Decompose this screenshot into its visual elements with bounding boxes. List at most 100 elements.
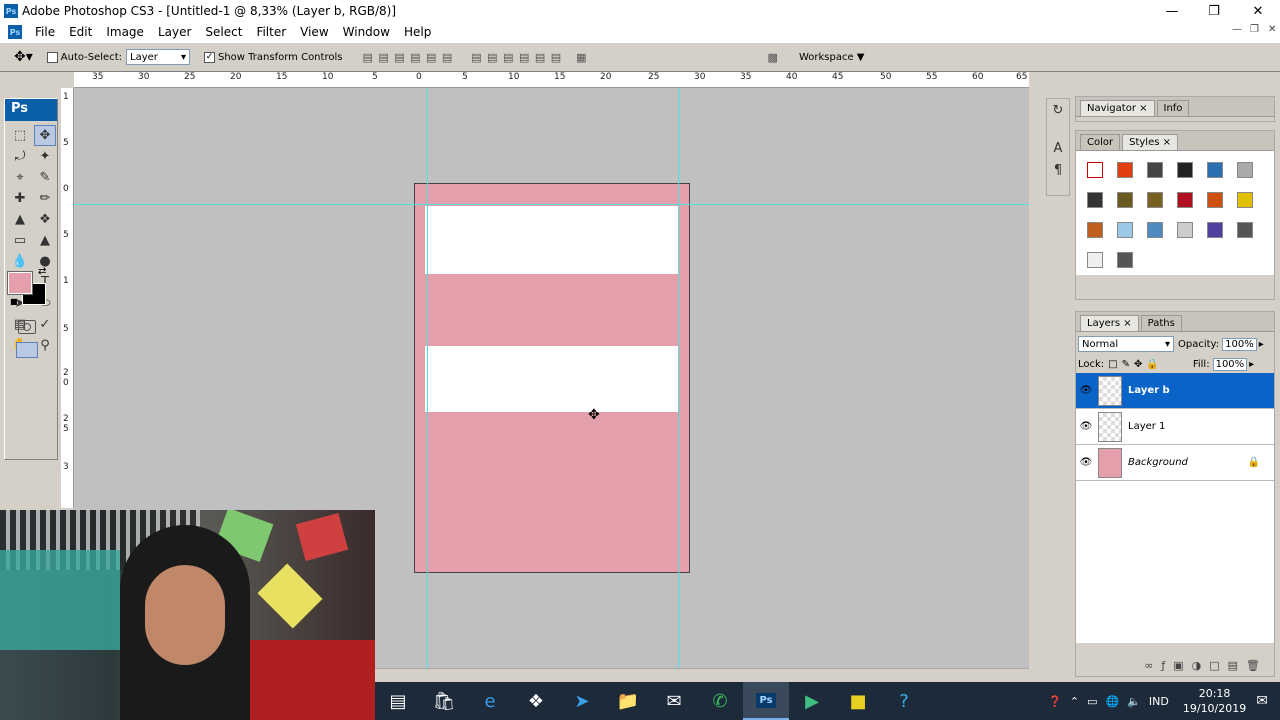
style-swatch[interactable]: [1110, 215, 1140, 245]
maximize-button[interactable]: ❐: [1192, 0, 1236, 22]
clock[interactable]: 20:18 19/10/2019: [1183, 686, 1246, 716]
screen-mode-icon[interactable]: [16, 342, 38, 358]
layer-row-layer-1[interactable]: 👁 Layer 1: [1076, 409, 1274, 445]
photoshop-taskbar-icon[interactable]: Ps: [743, 682, 789, 720]
align-buttons-icon[interactable]: ▤ ▤ ▤ ▤ ▤ ▤: [362, 51, 453, 64]
style-swatch[interactable]: [1110, 245, 1140, 275]
brush-tool-icon[interactable]: ✏: [34, 188, 56, 209]
layer-row-layer-b[interactable]: 👁 Layer b: [1076, 373, 1274, 409]
notification-icon[interactable]: ✉: [1256, 693, 1268, 709]
style-swatch[interactable]: [1080, 245, 1110, 275]
move-tool-icon[interactable]: ✥: [34, 125, 56, 146]
style-swatch[interactable]: [1080, 215, 1110, 245]
battery-icon[interactable]: ▭: [1087, 695, 1097, 708]
style-swatch[interactable]: [1110, 185, 1140, 215]
clone-stamp-tool-icon[interactable]: ▲: [9, 209, 31, 230]
file-explorer-icon[interactable]: 📁: [605, 682, 651, 720]
slice-tool-icon[interactable]: ✎: [34, 167, 56, 188]
show-hidden-icons-icon[interactable]: ⌃: [1070, 695, 1079, 708]
store-icon[interactable]: 🛍: [421, 682, 467, 720]
style-swatch[interactable]: [1140, 215, 1170, 245]
doc-minimize-button[interactable]: —: [1232, 24, 1242, 35]
tab-navigator[interactable]: Navigator ×: [1080, 100, 1155, 116]
lasso-tool-icon[interactable]: ⤾: [9, 146, 31, 167]
history-panel-icon[interactable]: ↻: [1047, 99, 1069, 121]
show-transform-checkbox[interactable]: ✓: [204, 51, 215, 63]
visibility-eye-icon[interactable]: 👁: [1076, 385, 1096, 396]
history-brush-tool-icon[interactable]: ❖: [34, 209, 56, 230]
paragraph-panel-icon[interactable]: ¶: [1047, 159, 1069, 181]
style-swatch[interactable]: [1170, 185, 1200, 215]
close-button[interactable]: ✕: [1236, 0, 1280, 22]
style-swatch[interactable]: [1230, 215, 1260, 245]
eyedropper-tool-icon[interactable]: ✓: [34, 314, 56, 335]
style-swatch[interactable]: [1200, 215, 1230, 245]
style-swatch[interactable]: [1170, 215, 1200, 245]
style-swatch[interactable]: [1080, 185, 1110, 215]
default-colors-icon[interactable]: ■: [10, 297, 18, 306]
vertical-guide[interactable]: [427, 88, 428, 668]
crop-tool-icon[interactable]: ⌖: [9, 167, 31, 188]
opacity-field[interactable]: 100%: [1222, 337, 1257, 351]
vertical-scrollbar[interactable]: [1029, 88, 1042, 668]
menu-window[interactable]: Window: [336, 25, 397, 39]
move-tool-preset-icon[interactable]: ✥▾: [14, 49, 33, 65]
tab-styles[interactable]: Styles ×: [1122, 134, 1178, 150]
opacity-slider-arrow[interactable]: ▸: [1259, 339, 1264, 350]
language-indicator[interactable]: IND: [1149, 695, 1169, 708]
layer-actions-icons[interactable]: ∞ƒ▣◑□▤🗑: [1144, 659, 1268, 672]
style-swatch[interactable]: [1140, 185, 1170, 215]
magic-wand-tool-icon[interactable]: ✦: [34, 146, 56, 167]
tab-layers[interactable]: Layers ×: [1080, 315, 1139, 331]
horizontal-scrollbar[interactable]: [375, 668, 1029, 682]
paint-bucket-tool-icon[interactable]: ▲: [34, 230, 56, 251]
quick-mask-icon[interactable]: [18, 320, 36, 334]
bridge-icon[interactable]: ▩: [768, 51, 779, 64]
lock-buttons-icon[interactable]: □✎✥🔒: [1108, 359, 1163, 370]
mail-icon[interactable]: ✉: [651, 682, 697, 720]
swap-colors-icon[interactable]: ⇄: [38, 266, 46, 277]
menu-select[interactable]: Select: [198, 25, 249, 39]
help-icon[interactable]: ?: [881, 682, 927, 720]
tab-info[interactable]: Info: [1156, 100, 1190, 116]
document-icon[interactable]: Ps: [8, 25, 22, 39]
style-swatch[interactable]: [1200, 155, 1230, 185]
task-view-icon[interactable]: ▤: [375, 682, 421, 720]
tab-color[interactable]: Color: [1080, 134, 1121, 150]
network-icon[interactable]: 🌐: [1106, 695, 1120, 708]
fill-slider-arrow[interactable]: ▸: [1249, 359, 1254, 370]
whatsapp-icon[interactable]: ✆: [697, 682, 743, 720]
auto-select-dropdown[interactable]: Layer ▾: [126, 49, 190, 65]
workspace-button[interactable]: Workspace ▼: [799, 52, 865, 63]
style-swatch[interactable]: [1200, 185, 1230, 215]
healing-brush-tool-icon[interactable]: ✚: [9, 188, 31, 209]
visibility-eye-icon[interactable]: 👁: [1076, 457, 1096, 468]
style-swatch[interactable]: [1110, 155, 1140, 185]
edge-icon[interactable]: e: [467, 682, 513, 720]
visibility-eye-icon[interactable]: 👁: [1076, 421, 1096, 432]
dropbox-icon[interactable]: ❖: [513, 682, 559, 720]
eraser-tool-icon[interactable]: ▭: [9, 230, 31, 251]
document-canvas[interactable]: [414, 183, 690, 573]
minimize-button[interactable]: —: [1150, 0, 1194, 22]
filmora-icon[interactable]: ▶: [789, 682, 835, 720]
style-swatch[interactable]: [1230, 185, 1260, 215]
tab-paths[interactable]: Paths: [1140, 315, 1182, 331]
style-swatch[interactable]: [1080, 155, 1110, 185]
menu-layer[interactable]: Layer: [151, 25, 198, 39]
vertical-guide[interactable]: [678, 88, 679, 668]
horizontal-guide[interactable]: [74, 204, 1029, 205]
menu-image[interactable]: Image: [99, 25, 151, 39]
sticky-notes-icon[interactable]: ■: [835, 682, 881, 720]
fill-field[interactable]: 100%: [1212, 358, 1248, 371]
help-tray-icon[interactable]: ❓: [1048, 695, 1062, 708]
style-swatch[interactable]: [1140, 155, 1170, 185]
auto-select-checkbox[interactable]: [46, 51, 58, 63]
menu-filter[interactable]: Filter: [249, 25, 293, 39]
auto-align-icon[interactable]: ▦: [576, 51, 587, 64]
doc-restore-button[interactable]: ❐: [1250, 24, 1259, 35]
foreground-color-swatch[interactable]: [7, 271, 33, 295]
character-panel-icon[interactable]: A: [1047, 137, 1069, 159]
volume-icon[interactable]: 🔈: [1127, 695, 1141, 708]
style-swatch[interactable]: [1230, 155, 1260, 185]
